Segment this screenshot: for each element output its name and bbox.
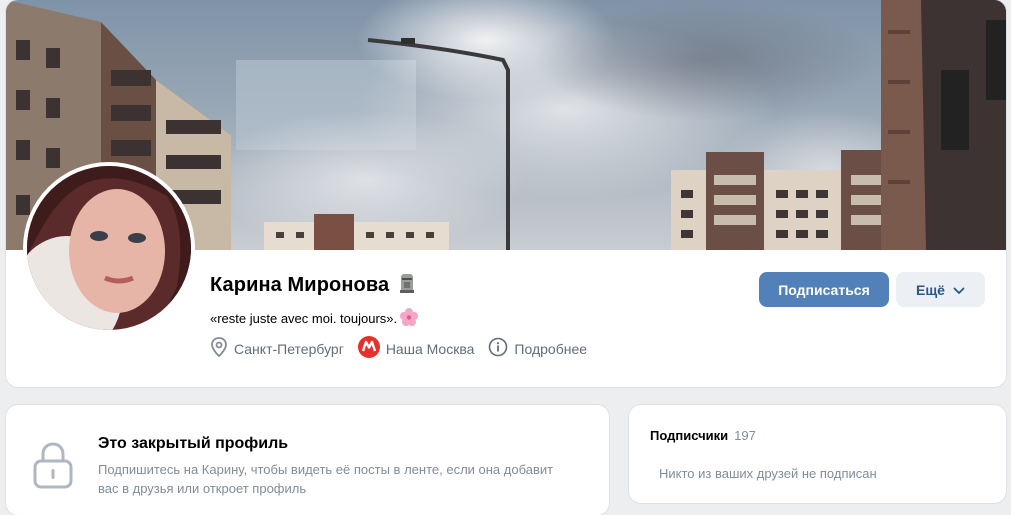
- subscribe-button[interactable]: Подписаться: [759, 272, 889, 307]
- moai-emoji-icon: [399, 272, 415, 299]
- profile-status: «reste juste avec moi. toujours».: [210, 308, 419, 329]
- profile-name: Карина Миронова: [210, 274, 390, 296]
- profile-header-card: Карина Миронова «reste juste avec moi. t…: [6, 0, 1006, 387]
- followers-title: Подписчики: [650, 428, 729, 443]
- closed-profile-title: Это закрытый профиль: [98, 435, 289, 452]
- followers-card: Подписчики 197 Никто из ваших друзей не …: [629, 405, 1006, 503]
- closed-profile-text: Подпишитесь на Карину, чтобы видеть её п…: [98, 462, 554, 496]
- lock-icon: [32, 441, 74, 494]
- info-circle-icon: [488, 337, 508, 360]
- info-group[interactable]: Наша Москва: [357, 336, 475, 361]
- more-button[interactable]: Ещё: [896, 272, 985, 307]
- followers-count: 197: [734, 428, 756, 443]
- metro-logo-icon: [357, 336, 380, 361]
- group-label: Наша Москва: [385, 340, 475, 357]
- more-button-label: Ещё: [916, 281, 945, 298]
- status-text: «reste juste avec moi. toujours».: [210, 311, 398, 326]
- chevron-down-icon: [953, 282, 965, 298]
- followers-empty-text: Никто из ваших друзей не подписан: [659, 466, 877, 481]
- more-details-label: Подробнее: [514, 340, 588, 357]
- city-label: Санкт-Петербург: [234, 340, 344, 357]
- cherry-blossom-icon: [400, 308, 419, 329]
- info-more-details[interactable]: Подробнее: [488, 337, 587, 360]
- avatar[interactable]: [23, 162, 195, 334]
- info-city[interactable]: Санкт-Петербург: [210, 337, 344, 360]
- followers-header[interactable]: Подписчики 197: [650, 428, 756, 443]
- closed-profile-card: Это закрытый профиль Подпишитесь на Кари…: [6, 405, 609, 515]
- location-pin-icon: [210, 337, 228, 360]
- avatar-photo: [27, 166, 191, 330]
